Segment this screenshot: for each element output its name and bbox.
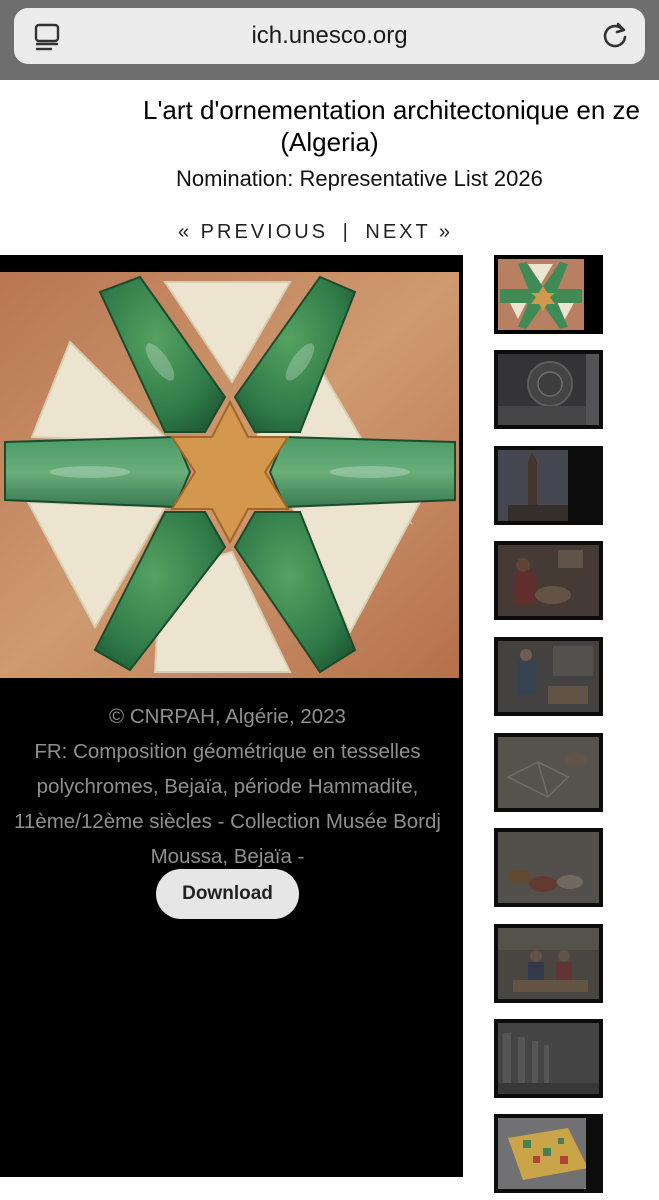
next-link[interactable]: NEXT » bbox=[365, 221, 453, 244]
page-title: L'art d'ornementation architectonique en… bbox=[0, 94, 659, 158]
nomination-label: Nomination: Representative List 2026 bbox=[176, 166, 543, 191]
thumbnail-mosaic-table[interactable] bbox=[494, 1114, 603, 1193]
photo-caption: © CNRPAH, Algérie, 2023 FR: Composition … bbox=[0, 699, 455, 874]
address-bar[interactable]: ich.unesco.org bbox=[14, 8, 645, 64]
thumbnail-carved-ceiling-rosette[interactable] bbox=[494, 350, 603, 429]
photo-credit: © CNRPAH, Algérie, 2023 bbox=[109, 705, 346, 728]
thumbnail-bowls-of-material[interactable] bbox=[494, 828, 603, 907]
thumbnail-arched-corridor[interactable] bbox=[494, 1019, 603, 1098]
thumbnail-minaret-tower[interactable] bbox=[494, 446, 603, 525]
photo-description: FR: Composition géométrique en tesselles… bbox=[14, 740, 441, 868]
url-text: ich.unesco.org bbox=[251, 22, 408, 49]
thumbnail-star-tile-composition[interactable] bbox=[494, 255, 603, 334]
download-button[interactable]: Download bbox=[156, 869, 299, 919]
image-viewer: © CNRPAH, Algérie, 2023 FR: Composition … bbox=[0, 255, 463, 1177]
image-pager: « PREVIOUS | NEXT » bbox=[178, 221, 453, 244]
browser-toolbar: ich.unesco.org bbox=[0, 0, 659, 80]
title-line-2: (Algeria) bbox=[280, 127, 379, 157]
pager-separator: | bbox=[342, 221, 351, 243]
thumbnail-craftsman-workshop[interactable] bbox=[494, 541, 603, 620]
thumbnail-hands-laying-tiles[interactable] bbox=[494, 733, 603, 812]
title-line-1: L'art d'ornementation architectonique en… bbox=[142, 95, 641, 125]
main-photo[interactable] bbox=[0, 272, 459, 678]
thumbnail-man-presenting-in-gallery[interactable] bbox=[494, 637, 603, 716]
previous-link[interactable]: « PREVIOUS bbox=[178, 221, 328, 244]
thumbnail-two-artisans-at-table[interactable] bbox=[494, 924, 603, 1003]
reload-icon[interactable] bbox=[599, 20, 631, 52]
